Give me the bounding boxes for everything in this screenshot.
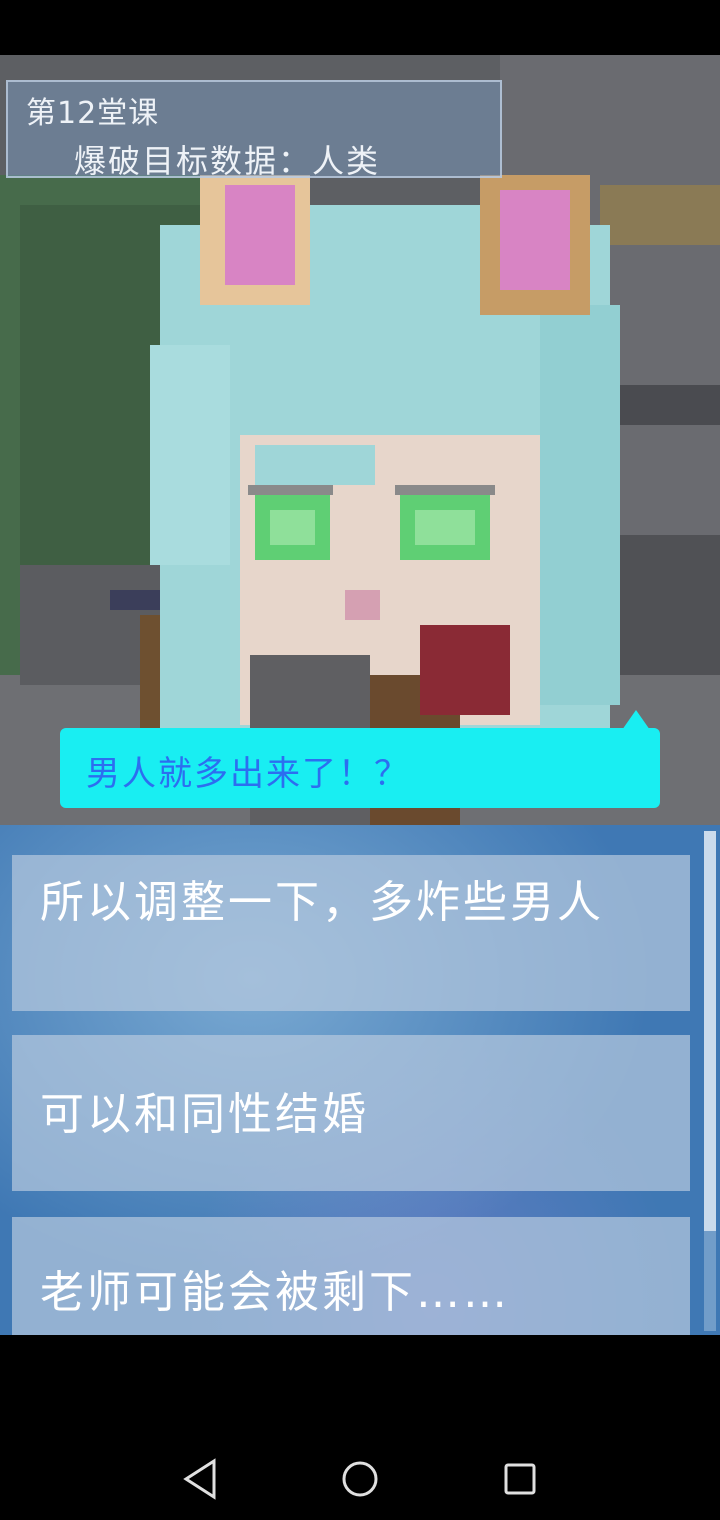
dialogue-text: 男人就多出来了！？ — [86, 754, 410, 794]
choice-button-2[interactable]: 可以和同性结婚 — [12, 1035, 690, 1191]
recent-apps-square-icon[interactable] — [494, 1453, 546, 1505]
home-circle-icon[interactable] — [334, 1453, 386, 1505]
speech-bubble-tail — [622, 710, 650, 730]
lesson-title: 第12堂课 — [26, 96, 160, 131]
back-triangle-icon[interactable] — [174, 1453, 226, 1505]
navigation-bar — [0, 1335, 720, 1520]
status-bar — [0, 0, 720, 55]
game-scene[interactable]: 第12堂课 爆破目标数据：人类 男人就多出来了！？ — [0, 55, 720, 825]
scrollbar[interactable] — [704, 831, 716, 1331]
choice-panel: 所以调整一下，多炸些男人 可以和同性结婚 老师可能会被剩下…… — [0, 825, 720, 1335]
scrollbar-thumb[interactable] — [704, 831, 716, 1231]
lesson-subtitle: 爆破目标数据：人类 — [74, 142, 381, 180]
speech-bubble: 男人就多出来了！？ — [60, 728, 660, 808]
lesson-info-box: 第12堂课 爆破目标数据：人类 — [6, 80, 502, 180]
choice-button-1[interactable]: 所以调整一下，多炸些男人 — [12, 855, 690, 1011]
choice-button-3[interactable]: 老师可能会被剩下…… — [12, 1217, 690, 1335]
